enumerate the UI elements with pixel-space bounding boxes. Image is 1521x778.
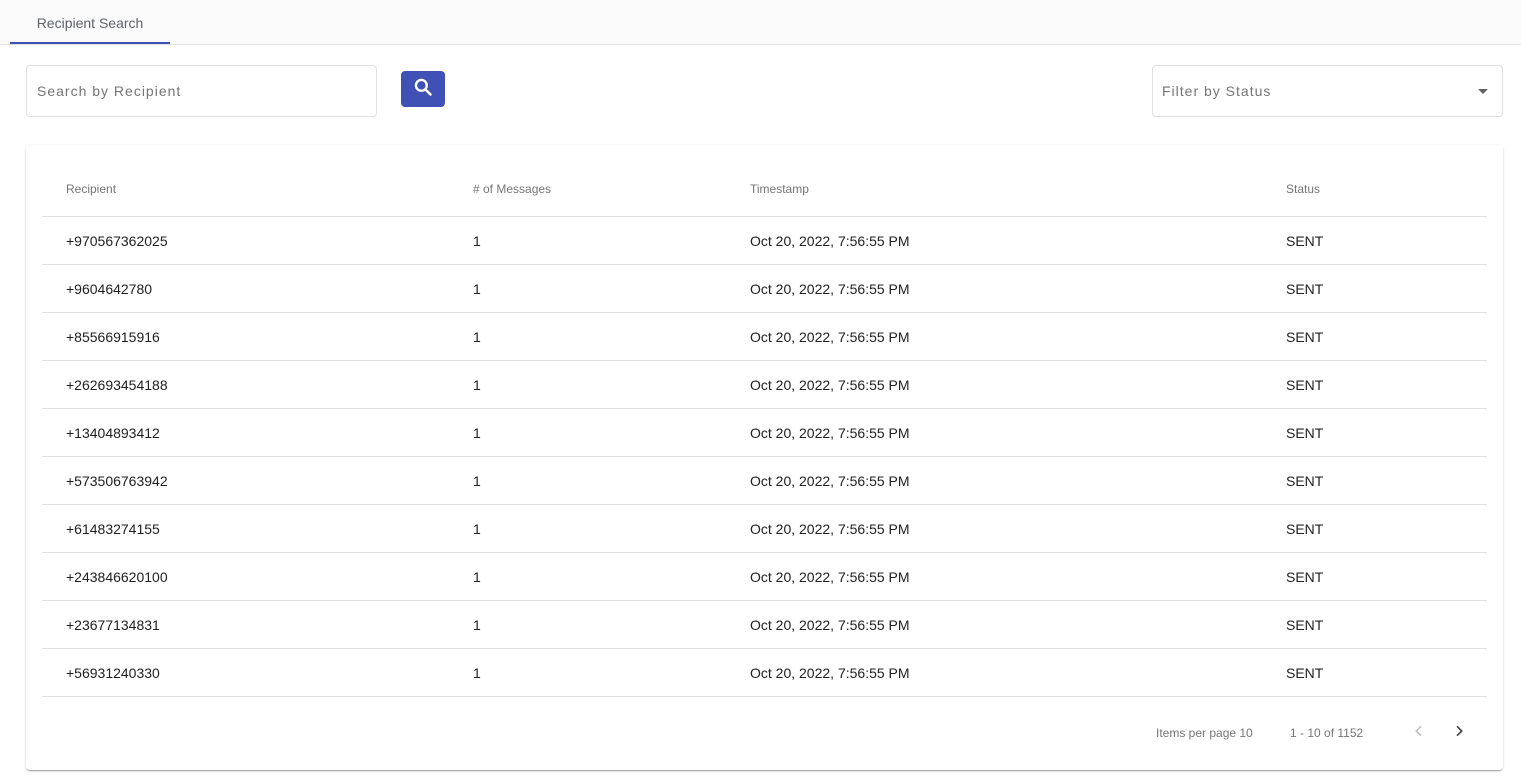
cell-recipient: +970567362025: [66, 233, 168, 249]
search-field[interactable]: [26, 65, 377, 117]
results-table: Recipient # of Messages Timestamp Status…: [42, 161, 1487, 697]
cell-status: SENT: [1286, 665, 1324, 681]
cell-recipient: +9604642780: [66, 281, 153, 297]
chevron-right-icon: [1451, 723, 1467, 744]
table-row[interactable]: +9604642780 1 Oct 20, 2022, 7:56:55 PM S…: [42, 265, 1487, 313]
next-page-button[interactable]: [1443, 717, 1475, 749]
cell-message-count: 1: [473, 569, 481, 585]
cell-recipient: +573506763942: [66, 473, 168, 489]
cell-timestamp: Oct 20, 2022, 7:56:55 PM: [750, 617, 910, 633]
tab-bar: Recipient Search: [0, 0, 1521, 45]
status-filter-select[interactable]: Filter by Status: [1152, 65, 1503, 117]
cell-recipient: +56931240330: [66, 665, 160, 681]
table-row[interactable]: +262693454188 1 Oct 20, 2022, 7:56:55 PM…: [42, 361, 1487, 409]
table-row[interactable]: +970567362025 1 Oct 20, 2022, 7:56:55 PM…: [42, 217, 1487, 265]
cell-timestamp: Oct 20, 2022, 7:56:55 PM: [750, 665, 910, 681]
cell-timestamp: Oct 20, 2022, 7:56:55 PM: [750, 425, 910, 441]
cell-status: SENT: [1286, 377, 1324, 393]
table-row[interactable]: +13404893412 1 Oct 20, 2022, 7:56:55 PM …: [42, 409, 1487, 457]
cell-recipient: +61483274155: [66, 521, 160, 537]
search-button[interactable]: [401, 71, 445, 107]
cell-message-count: 1: [473, 233, 481, 249]
table-header: Recipient # of Messages Timestamp Status: [42, 161, 1487, 217]
active-tab-indicator: [10, 42, 170, 44]
cell-message-count: 1: [473, 473, 481, 489]
column-header-timestamp[interactable]: Timestamp: [750, 161, 809, 217]
search-input[interactable]: [27, 66, 376, 116]
tab-label: Recipient Search: [36, 14, 144, 31]
tab-recipient-search[interactable]: Recipient Search: [10, 0, 170, 45]
cell-recipient: +13404893412: [66, 425, 160, 441]
cell-status: SENT: [1286, 569, 1324, 585]
table-row[interactable]: +573506763942 1 Oct 20, 2022, 7:56:55 PM…: [42, 457, 1487, 505]
table-row[interactable]: +23677134831 1 Oct 20, 2022, 7:56:55 PM …: [42, 601, 1487, 649]
column-header-messages[interactable]: # of Messages: [473, 161, 551, 217]
table-row[interactable]: +61483274155 1 Oct 20, 2022, 7:56:55 PM …: [42, 505, 1487, 553]
cell-recipient: +23677134831: [66, 617, 160, 633]
cell-timestamp: Oct 20, 2022, 7:56:55 PM: [750, 281, 910, 297]
cell-status: SENT: [1286, 233, 1324, 249]
cell-timestamp: Oct 20, 2022, 7:56:55 PM: [750, 329, 910, 345]
cell-message-count: 1: [473, 281, 481, 297]
cell-timestamp: Oct 20, 2022, 7:56:55 PM: [750, 473, 910, 489]
table-row[interactable]: +85566915916 1 Oct 20, 2022, 7:56:55 PM …: [42, 313, 1487, 361]
results-card: Recipient # of Messages Timestamp Status…: [26, 145, 1503, 770]
cell-timestamp: Oct 20, 2022, 7:56:55 PM: [750, 377, 910, 393]
cell-message-count: 1: [473, 377, 481, 393]
previous-page-button[interactable]: [1403, 717, 1435, 749]
cell-timestamp: Oct 20, 2022, 7:56:55 PM: [750, 233, 910, 249]
chevron-left-icon: [1411, 723, 1427, 744]
paginator: Items per page 10 1 - 10 of 1152: [26, 705, 1503, 761]
cell-recipient: +262693454188: [66, 377, 168, 393]
cell-status: SENT: [1286, 473, 1324, 489]
status-filter-placeholder: Filter by Status: [1162, 83, 1272, 99]
cell-message-count: 1: [473, 617, 481, 633]
items-per-page-label: Items per page 10: [1156, 726, 1253, 740]
cell-status: SENT: [1286, 521, 1324, 537]
cell-recipient: +85566915916: [66, 329, 160, 345]
cell-message-count: 1: [473, 329, 481, 345]
cell-recipient: +243846620100: [66, 569, 168, 585]
page-range-label: 1 - 10 of 1152: [1290, 726, 1364, 740]
cell-timestamp: Oct 20, 2022, 7:56:55 PM: [750, 569, 910, 585]
cell-message-count: 1: [473, 665, 481, 681]
cell-status: SENT: [1286, 281, 1324, 297]
table-row[interactable]: +243846620100 1 Oct 20, 2022, 7:56:55 PM…: [42, 553, 1487, 601]
table-row[interactable]: +56931240330 1 Oct 20, 2022, 7:56:55 PM …: [42, 649, 1487, 697]
cell-status: SENT: [1286, 617, 1324, 633]
cell-timestamp: Oct 20, 2022, 7:56:55 PM: [750, 521, 910, 537]
column-header-recipient[interactable]: Recipient: [66, 161, 116, 217]
dropdown-arrow-icon: [1478, 89, 1488, 94]
cell-message-count: 1: [473, 521, 481, 537]
search-icon: [413, 77, 433, 102]
cell-status: SENT: [1286, 425, 1324, 441]
cell-message-count: 1: [473, 425, 481, 441]
cell-status: SENT: [1286, 329, 1324, 345]
column-header-status[interactable]: Status: [1286, 161, 1320, 217]
